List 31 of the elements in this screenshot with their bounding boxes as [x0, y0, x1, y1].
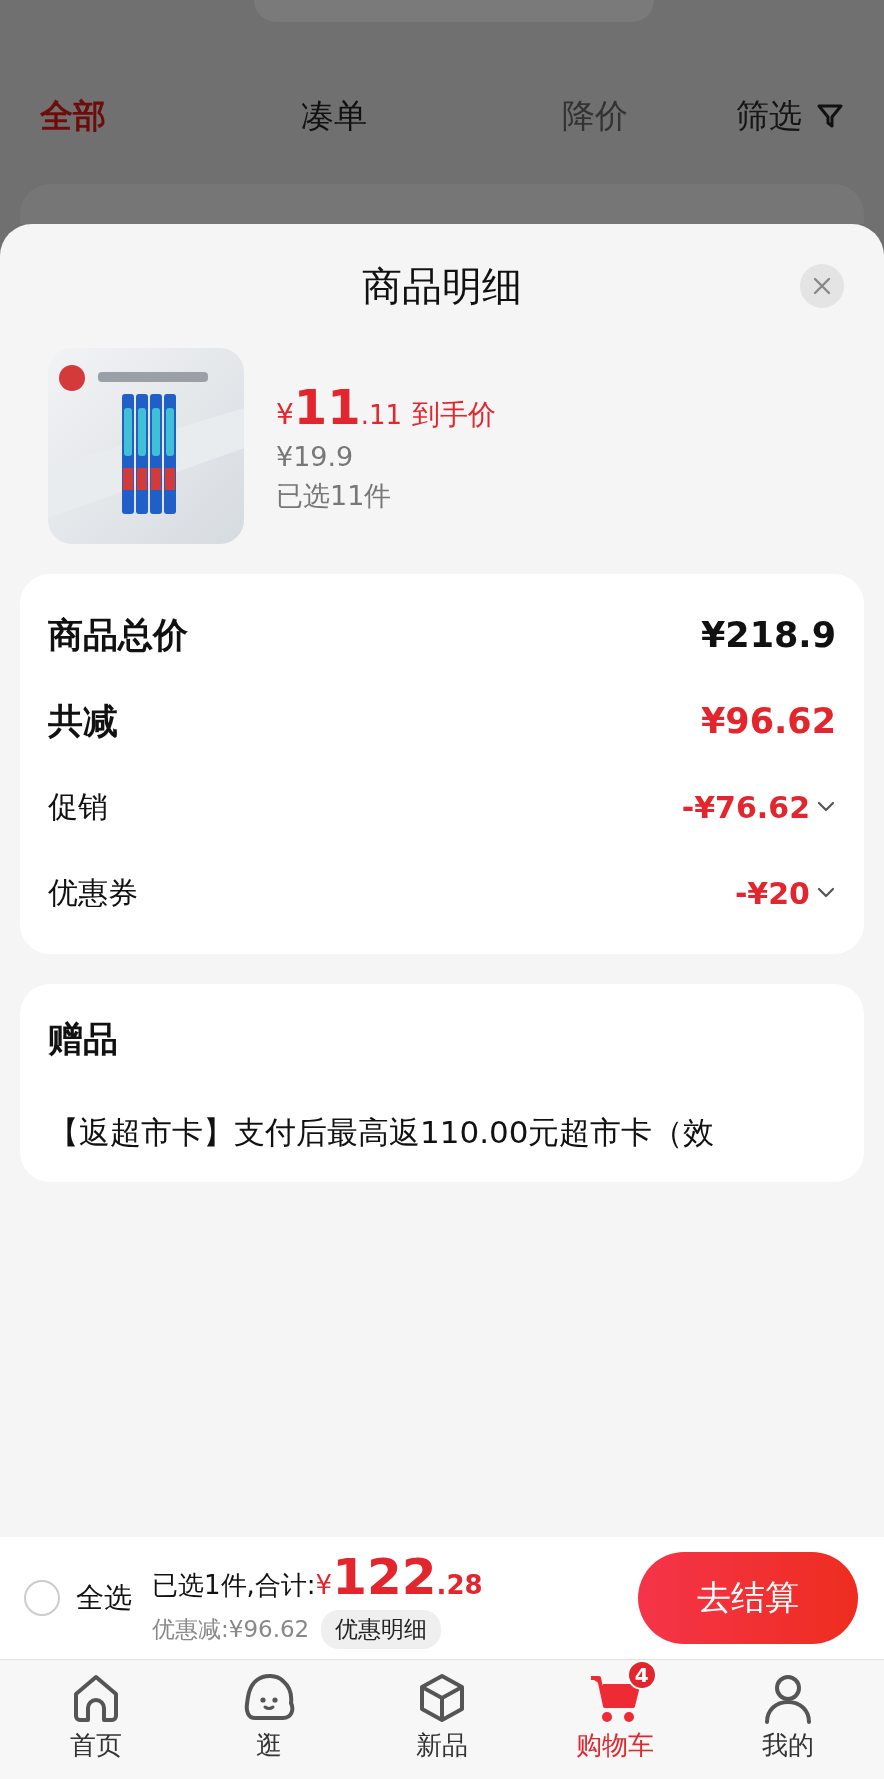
order-total: 已选1件,合计:¥122.28 — [152, 1547, 483, 1606]
summary-label: 商品总价 — [48, 613, 188, 657]
summary-amount: ¥96.62 — [700, 701, 836, 741]
summary-label: 共减 — [48, 699, 118, 743]
count-badge: 4 — [626, 1660, 657, 1690]
tab-bar-item[interactable]: 首页 — [10, 1660, 183, 1779]
gift-description: 【返超市卡】支付后最高返110.00元超市卡（效 — [48, 1113, 716, 1152]
close-button[interactable] — [800, 264, 844, 308]
summary-amount: -¥20 — [734, 875, 810, 911]
tab-bar-item[interactable]: 4 购物车 — [528, 1660, 702, 1779]
select-all-radio[interactable] — [24, 1580, 60, 1616]
tab-bar-item[interactable]: 我的 — [701, 1660, 874, 1779]
funnel-icon — [816, 102, 844, 130]
deal-price: ¥11.11 到手价 — [276, 378, 496, 435]
tab-bar-item[interactable]: 新品 — [355, 1660, 529, 1779]
selected-quantity: 已选11件 — [276, 478, 393, 513]
discount-details-button[interactable]: 优惠明细 — [321, 1609, 442, 1649]
filter-tab[interactable]: 凑单 — [301, 93, 367, 139]
summary-label: 优惠券 — [48, 873, 138, 912]
sheet-title: 商品明细 — [362, 261, 522, 311]
original-price: ¥19.9 — [276, 440, 355, 472]
discount-amount: 优惠减:¥96.62 — [152, 1614, 310, 1644]
summary-label: 促销 — [48, 787, 108, 826]
checkout-button[interactable]: 去结算 — [638, 1552, 858, 1644]
tab-bar-item[interactable]: 逛 — [182, 1660, 356, 1779]
summary-amount: -¥76.62 — [681, 789, 810, 825]
gift-title: 赠品 — [48, 1017, 119, 1061]
close-icon — [813, 277, 831, 295]
summary-amount: ¥218.9 — [700, 615, 836, 655]
filter-button[interactable]: 筛选 — [736, 93, 844, 139]
select-all-label[interactable]: 全选 — [76, 1579, 132, 1617]
